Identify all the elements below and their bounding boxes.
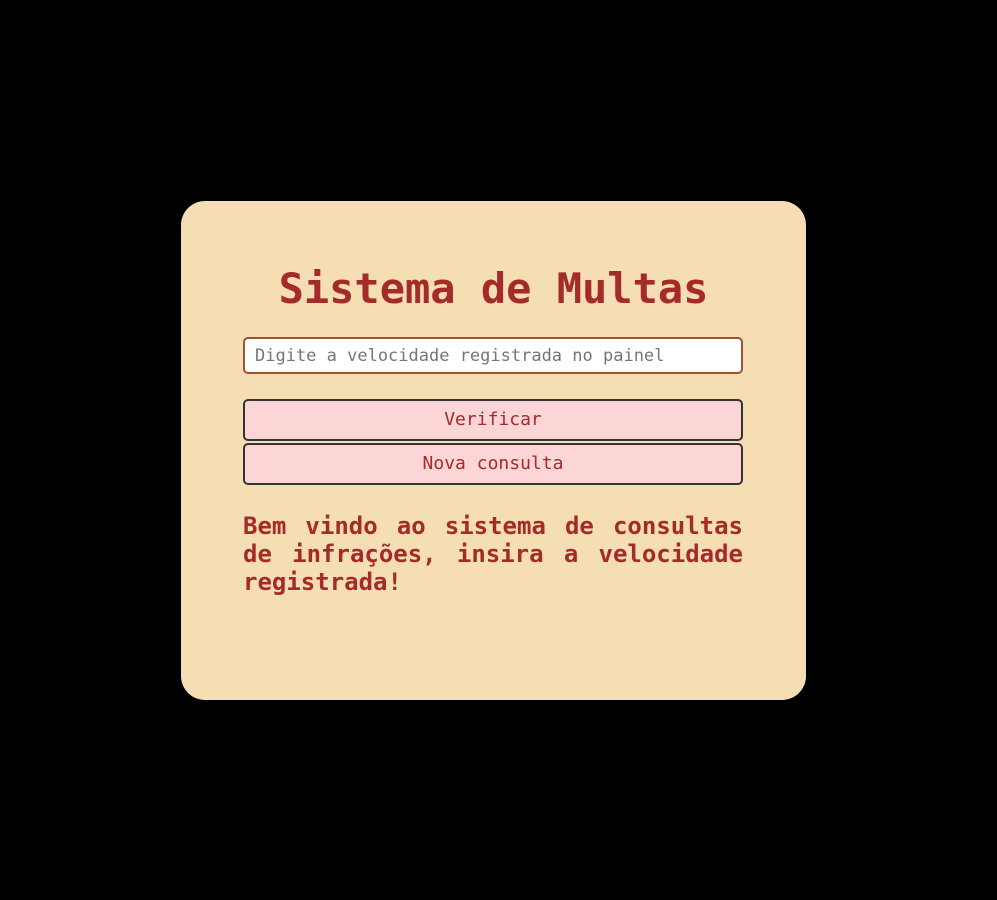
- verify-button[interactable]: Verificar: [243, 399, 743, 441]
- status-message: Bem vindo ao sistema de consultas de inf…: [243, 512, 743, 596]
- new-query-button[interactable]: Nova consulta: [243, 443, 743, 485]
- speed-input[interactable]: [243, 337, 743, 374]
- main-card: Sistema de Multas Verificar Nova consult…: [181, 201, 806, 700]
- page-title: Sistema de Multas: [278, 264, 709, 313]
